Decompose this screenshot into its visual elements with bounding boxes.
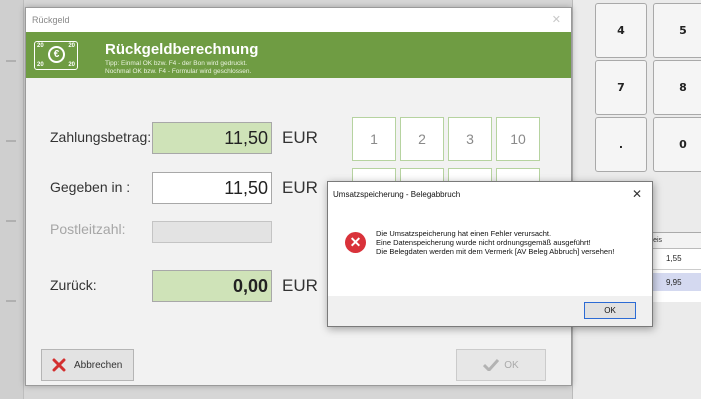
table-cell-price: 9,95 — [666, 278, 682, 287]
strip-marker — [6, 300, 16, 302]
background-left-strip — [0, 0, 24, 399]
postcode-field[interactable] — [152, 221, 272, 243]
keypad-key-4[interactable]: 4 — [595, 3, 647, 58]
message-box-title: Umsatzspeicherung - Belegabbruch — [333, 190, 461, 199]
ok-button-label: OK — [504, 359, 519, 371]
strip-marker — [6, 140, 16, 142]
table-cell-price: 1,55 — [666, 254, 682, 263]
error-message-box: Umsatzspeicherung - Belegabbruch ✕ ✕ Die… — [327, 181, 653, 327]
quick-amount-1-button[interactable]: 1 — [352, 117, 396, 161]
quick-amount-button-partial[interactable] — [400, 168, 444, 182]
message-text: Die Umsatzspeicherung hat einen Fehler v… — [376, 229, 636, 256]
dialog-header: 20 20 20 20 € Rückgeldberechnung Tipp: E… — [26, 32, 571, 78]
postcode-label: Postleitzahl: — [50, 221, 126, 237]
dialog-titlebar[interactable]: Rückgeld ✕ — [26, 8, 571, 32]
keypad-key-5[interactable]: 5 — [653, 3, 701, 58]
message-box-titlebar[interactable]: Umsatzspeicherung - Belegabbruch ✕ — [328, 182, 652, 208]
keypad-key-dot[interactable]: . — [595, 117, 647, 172]
change-amount-field[interactable]: 0,00 — [152, 270, 272, 302]
message-line: Die Umsatzspeicherung hat einen Fehler v… — [376, 229, 552, 238]
quick-amount-button-partial[interactable] — [352, 168, 396, 182]
quick-amount-button-partial[interactable] — [496, 168, 540, 182]
close-icon[interactable]: ✕ — [552, 13, 561, 26]
amount-given-field[interactable]: 11,50 — [152, 172, 272, 204]
euro-icon: € — [48, 46, 65, 63]
header-title: Rückgeldberechnung — [105, 41, 259, 58]
message-ok-button[interactable]: OK — [584, 302, 636, 319]
amount-given-label: Gegeben in : — [50, 179, 131, 195]
close-icon[interactable]: ✕ — [632, 187, 642, 201]
dialog-title: Rückgeld — [32, 15, 70, 25]
header-tip: Tipp: Einmal OK bzw. F4 - der Bon wird g… — [105, 60, 251, 76]
payment-amount-field[interactable]: 11,50 — [152, 122, 272, 154]
change-label: Zurück: — [50, 277, 97, 293]
cancel-button-label: Abbrechen — [74, 359, 123, 371]
quick-amount-10-button[interactable]: 10 — [496, 117, 540, 161]
payment-amount-label: Zahlungsbetrag: — [50, 129, 152, 145]
keypad-key-0[interactable]: 0 — [653, 117, 701, 172]
strip-marker — [6, 60, 16, 62]
ok-button[interactable]: OK — [456, 349, 546, 381]
strip-marker — [6, 220, 16, 222]
checkmark-icon — [483, 359, 500, 371]
currency-label: EUR — [282, 178, 318, 197]
keypad-key-7[interactable]: 7 — [595, 60, 647, 115]
keypad-key-8[interactable]: 8 — [653, 60, 701, 115]
banknote-icon: 20 20 20 20 € — [34, 41, 78, 70]
tip-line: Nochmal OK bzw. F4 - Formular wird gesch… — [105, 68, 252, 75]
quick-amount-2-button[interactable]: 2 — [400, 117, 444, 161]
error-x-icon: ✕ — [345, 232, 366, 253]
quick-amount-3-button[interactable]: 3 — [448, 117, 492, 161]
currency-label: EUR — [282, 276, 318, 295]
message-box-footer: OK — [328, 296, 652, 326]
quick-amount-button-partial[interactable] — [448, 168, 492, 182]
tip-line: Tipp: Einmal OK bzw. F4 - der Bon wird g… — [105, 60, 248, 67]
message-line: Die Belegdaten werden mit dem Vermerk [A… — [376, 247, 615, 256]
cancel-x-icon — [52, 358, 66, 372]
message-line: Eine Datenspeicherung wurde nicht ordnun… — [376, 238, 591, 247]
currency-label: EUR — [282, 128, 318, 147]
cancel-button[interactable]: Abbrechen — [41, 349, 134, 381]
